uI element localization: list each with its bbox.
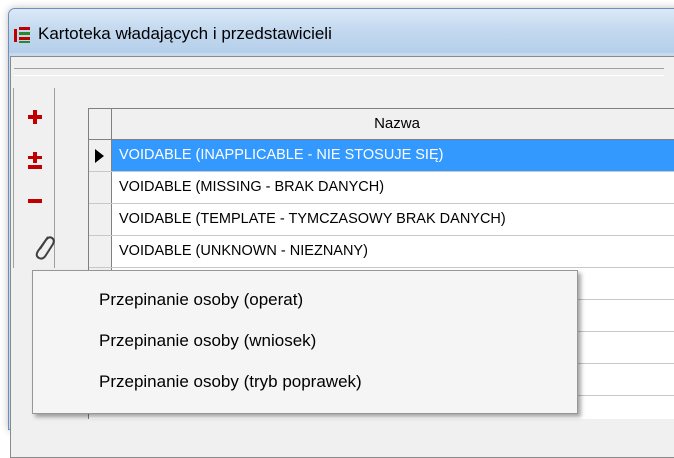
table-row[interactable]: VOIDABLE (TEMPLATE - TYMCZASOWY BRAK DAN… bbox=[89, 204, 674, 236]
window-title: Kartoteka władających i przedstawicieli bbox=[38, 24, 332, 43]
grid-header: Nazwa bbox=[89, 109, 674, 140]
table-cell[interactable]: VOIDABLE (INAPPLICABLE - NIE STOSUJE SIĘ… bbox=[112, 140, 674, 171]
menu-item-przepinanie-operat[interactable]: Przepinanie osoby (operat) bbox=[33, 281, 577, 319]
app-icon bbox=[14, 27, 30, 43]
row-indicator[interactable] bbox=[89, 172, 112, 203]
row-indicator-header bbox=[89, 109, 112, 139]
context-menu: Przepinanie osoby (operat) Przepinanie o… bbox=[32, 270, 578, 414]
plus-icon bbox=[28, 110, 42, 124]
current-row-arrow-icon bbox=[95, 149, 104, 163]
menu-item-przepinanie-tryb-poprawek[interactable]: Przepinanie osoby (tryb poprawek) bbox=[33, 363, 577, 401]
remove-button[interactable] bbox=[24, 190, 46, 212]
plus-minus-icon bbox=[28, 152, 42, 169]
paperclip-icon bbox=[35, 236, 55, 260]
table-row[interactable]: VOIDABLE (INAPPLICABLE - NIE STOSUJE SIĘ… bbox=[89, 140, 674, 172]
attach-button[interactable] bbox=[30, 232, 58, 262]
table-cell[interactable]: VOIDABLE (MISSING - BRAK DANYCH) bbox=[112, 172, 674, 203]
column-header-nazwa[interactable]: Nazwa bbox=[112, 109, 674, 139]
table-cell[interactable]: VOIDABLE (UNKNOWN - NIEZNANY) bbox=[112, 236, 674, 267]
menu-item-przepinanie-wniosek[interactable]: Przepinanie osoby (wniosek) bbox=[33, 322, 577, 360]
table-row[interactable]: VOIDABLE (MISSING - BRAK DANYCH) bbox=[89, 172, 674, 204]
add-button[interactable] bbox=[24, 106, 46, 128]
table-cell[interactable]: VOIDABLE (TEMPLATE - TYMCZASOWY BRAK DAN… bbox=[112, 204, 674, 235]
table-row[interactable]: VOIDABLE (UNKNOWN - NIEZNANY) bbox=[89, 236, 674, 268]
toolbar-strip bbox=[14, 68, 664, 76]
minus-icon bbox=[28, 199, 42, 203]
row-indicator[interactable] bbox=[89, 140, 112, 171]
add-remove-button[interactable] bbox=[24, 150, 46, 172]
row-indicator[interactable] bbox=[89, 204, 112, 235]
row-indicator[interactable] bbox=[89, 236, 112, 267]
